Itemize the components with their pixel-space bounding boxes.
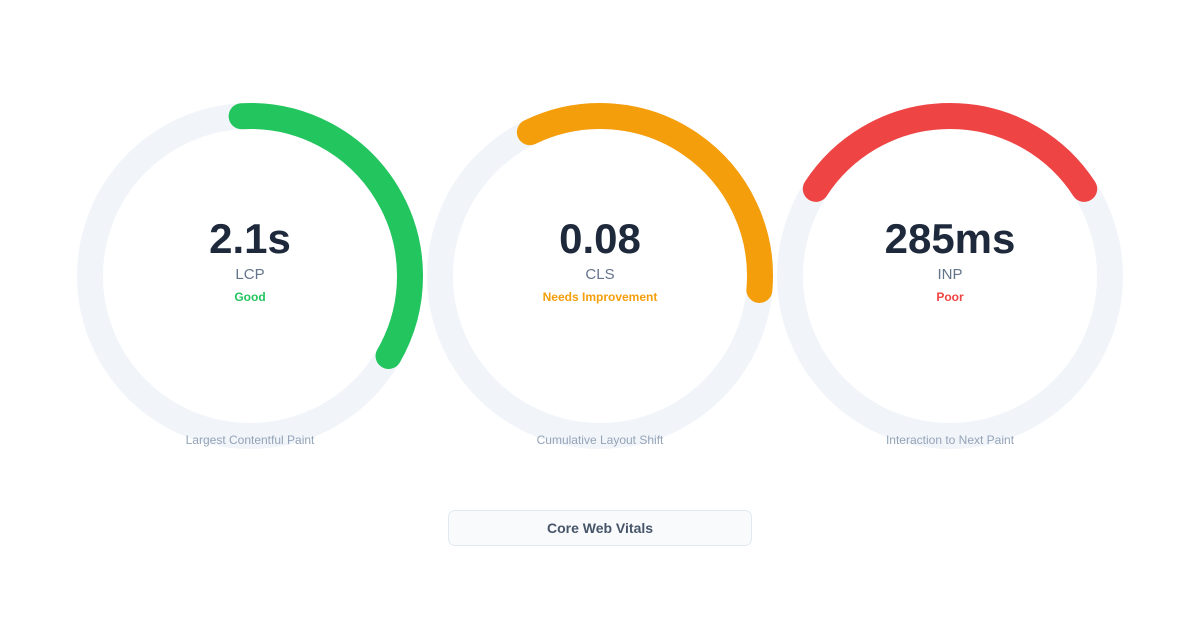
cls-gauge-center: 0.08 CLS Needs Improvement Cumulative La… [420, 96, 780, 456]
lcp-value: 2.1s [209, 215, 291, 262]
lcp-abbreviation: LCP [235, 266, 265, 283]
inp-gauge-center: 285ms INP Poor Interaction to Next Paint [770, 96, 1130, 456]
lcp-full-name: Largest Contentful Paint [185, 433, 315, 447]
lcp-status: Good [234, 290, 266, 304]
inp-gauge: 285ms INP Poor Interaction to Next Paint [770, 96, 1130, 456]
cls-full-name: Cumulative Layout Shift [536, 433, 664, 447]
inp-value: 285ms [884, 215, 1016, 262]
cls-abbreviation: CLS [585, 266, 615, 283]
lcp-gauge: 2.1s LCP Good Largest Contentful Paint [70, 96, 430, 456]
cls-gauge: 0.08 CLS Needs Improvement Cumulative La… [420, 96, 780, 456]
inp-full-name: Interaction to Next Paint [885, 433, 1015, 447]
cls-value: 0.08 [559, 215, 641, 262]
lcp-gauge-center: 2.1s LCP Good Largest Contentful Paint [70, 96, 430, 456]
core-web-vitals-dashboard: 2.1s LCP Good Largest Contentful Paint 0… [0, 0, 1200, 622]
cls-status: Needs Improvement [542, 290, 658, 304]
inp-status: Poor [936, 290, 964, 304]
core-web-vitals-badge[interactable]: Core Web Vitals [448, 510, 752, 546]
inp-abbreviation: INP [937, 266, 963, 283]
